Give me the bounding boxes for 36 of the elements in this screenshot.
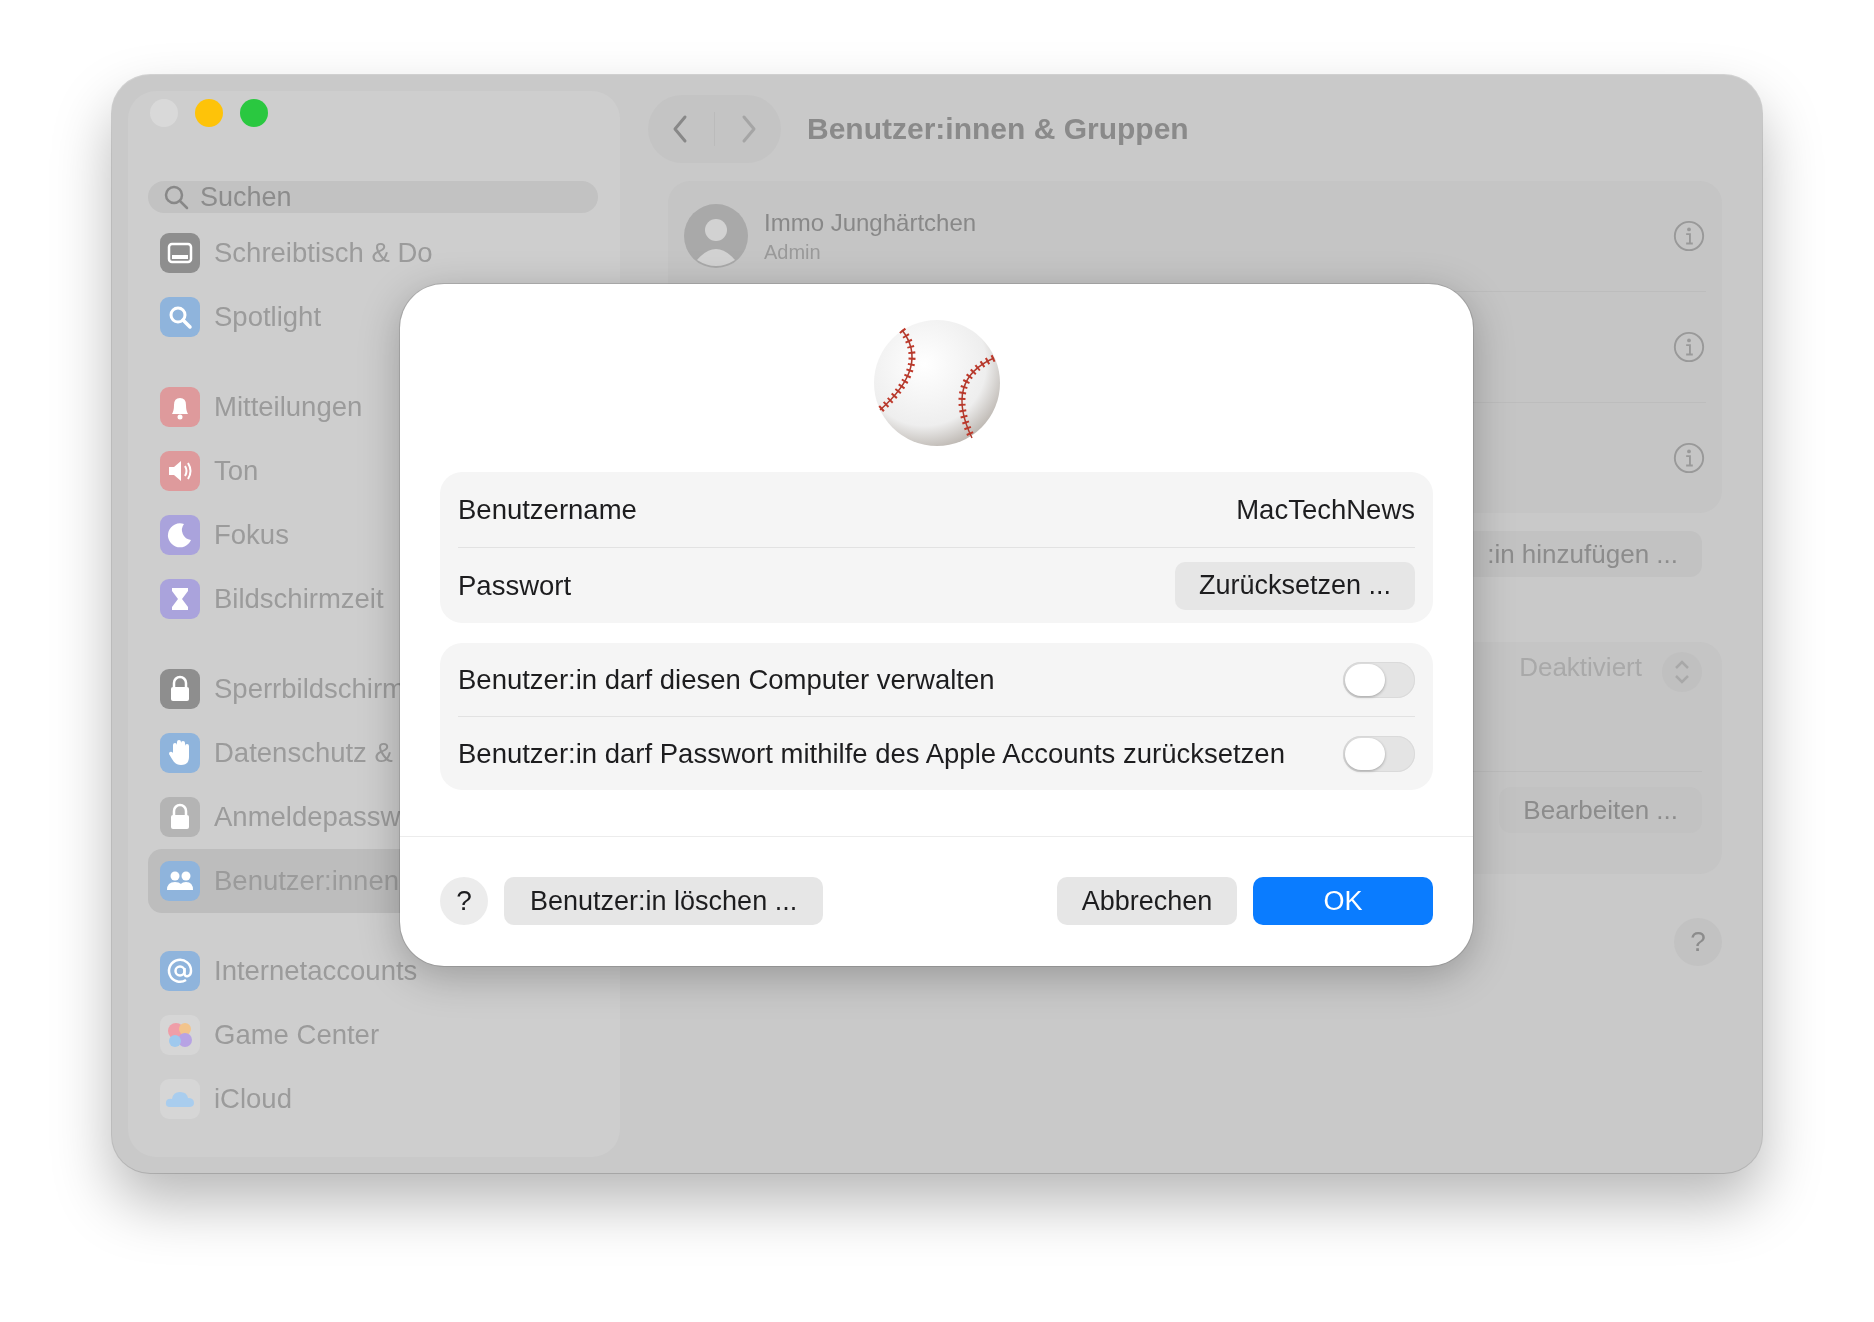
minimize-button[interactable]: [195, 98, 223, 127]
speaker-icon: [160, 451, 200, 491]
lock-icon: [160, 797, 200, 837]
username-value: MacTechNews: [1236, 493, 1415, 526]
cancel-button[interactable]: Abbrechen: [1057, 877, 1237, 925]
magnifier-icon: [160, 297, 200, 337]
user-name: Immo Junghärtchen: [764, 208, 978, 237]
toggle-switch[interactable]: [1343, 661, 1415, 698]
search-icon: [162, 183, 190, 212]
zoom-button[interactable]: [240, 98, 268, 127]
window-title: Benutzer:innen & Gruppen: [807, 112, 1189, 146]
bell-icon: [160, 387, 200, 427]
cloud-icon: [160, 1079, 200, 1119]
baseball-icon: [871, 318, 1002, 448]
help-button[interactable]: ?: [1674, 918, 1722, 966]
bubbles-icon: [160, 1015, 200, 1055]
toggle-switch[interactable]: [1343, 735, 1415, 772]
moon-icon: [160, 515, 200, 555]
at-sign-icon: [160, 951, 200, 991]
people-icon: [160, 861, 200, 901]
info-icon[interactable]: [1672, 441, 1706, 475]
toggle-label: Benutzer:in darf Passwort mithilfe des Apple Accounts zurücksetzen: [458, 737, 1285, 770]
help-button[interactable]: ?: [440, 877, 488, 925]
dock-icon: [160, 233, 200, 273]
field-label: Benutzername: [458, 493, 637, 526]
delete-user-button[interactable]: Benutzer:in löschen ...: [504, 877, 824, 925]
info-icon[interactable]: [1672, 330, 1706, 364]
reset-button[interactable]: Zurücksetzen ...: [1174, 561, 1415, 610]
ok-button[interactable]: OK: [1253, 877, 1433, 925]
avatar-icon: [684, 204, 748, 268]
lock-icon: [160, 669, 200, 709]
toggle-label: Benutzer:in darf diesen Computer verwalten: [458, 663, 995, 696]
hand-icon: [160, 733, 200, 773]
hourglass-icon: [160, 579, 200, 619]
field-label: Passwort: [458, 569, 572, 602]
info-icon[interactable]: [1672, 219, 1706, 253]
